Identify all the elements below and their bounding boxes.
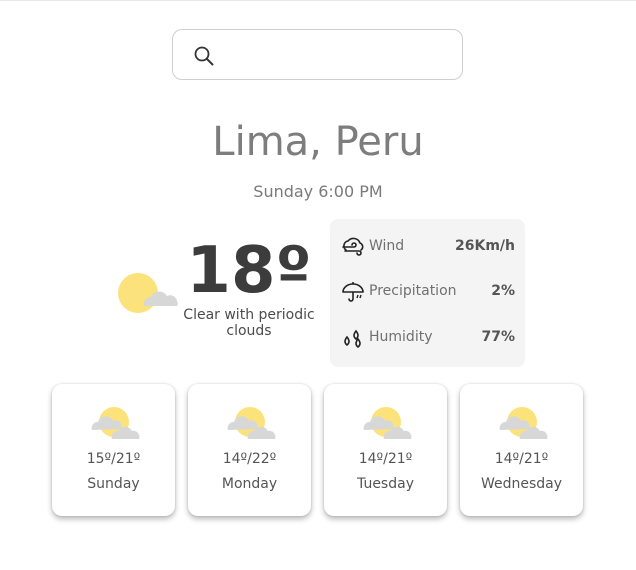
date-time: Sunday 6:00 PM [253, 182, 383, 201]
search-box[interactable] [172, 29, 463, 80]
forecast-card[interactable]: 15º/21º Sunday [52, 384, 175, 516]
current-temperature: 18º [186, 234, 312, 308]
sun-cloud-icon [118, 273, 178, 313]
stat-precipitation: Precipitation 2% [330, 277, 525, 307]
forecast-day: Monday [221, 476, 278, 492]
sun-cloud-icon [363, 407, 412, 439]
top-divider [0, 0, 636, 1]
forecast-range: 14º/21º [358, 451, 413, 467]
stat-label: Humidity [369, 329, 433, 345]
stat-value: 26Km/h [455, 238, 515, 254]
wind-cloud-icon [342, 237, 364, 256]
stat-label: Wind [369, 238, 405, 254]
sun-cloud-icon [91, 407, 140, 439]
forecast-range: 14º/21º [494, 451, 549, 467]
water-drops-icon [344, 329, 361, 349]
forecast-card[interactable]: 14º/21º Tuesday [324, 384, 447, 516]
sun-cloud-icon [227, 407, 276, 439]
forecast-list: 15º/21º Sunday 14º/22º Monday 14º/21º Tu… [52, 384, 585, 518]
search-icon [194, 46, 214, 66]
stat-wind: Wind 26Km/h [330, 232, 525, 262]
weather-stats-panel: Wind 26Km/h Precipitation 2% Humidity 77… [330, 219, 525, 367]
forecast-card[interactable]: 14º/21º Wednesday [460, 384, 583, 516]
forecast-day: Wednesday [480, 476, 563, 492]
search-input[interactable] [223, 38, 457, 73]
stat-label: Precipitation [369, 283, 457, 299]
forecast-range: 15º/21º [86, 451, 141, 467]
current-condition: Clear with periodic clouds [183, 307, 315, 339]
stat-humidity: Humidity 77% [330, 323, 525, 353]
sun-cloud-icon [499, 407, 548, 439]
forecast-card[interactable]: 14º/22º Monday [188, 384, 311, 516]
forecast-range: 14º/22º [222, 451, 277, 467]
umbrella-icon [342, 282, 364, 302]
forecast-day: Sunday [87, 476, 140, 492]
stat-value: 77% [481, 329, 515, 345]
stat-value: 2% [491, 283, 515, 299]
forecast-day: Tuesday [357, 476, 414, 492]
city-title: Lima, Peru [212, 119, 424, 165]
